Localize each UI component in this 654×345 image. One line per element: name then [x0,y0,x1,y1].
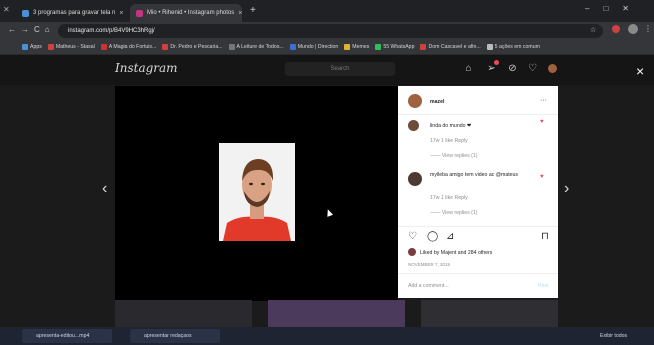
bookmarks-bar: Apps Matheus - Stasal A Magia do Fortuis… [0,40,654,55]
divider [398,114,558,115]
window-controls[interactable]: –□✕ [585,4,643,13]
post-comment-button[interactable]: Post [538,283,548,289]
nav-buttons[interactable]: ←→C⌂ [8,25,55,34]
add-comment-input[interactable]: Add a comment... [408,283,449,289]
comment-like-heart-icon[interactable]: ♥ [540,119,544,125]
bookmark-label: 5 ações em comum [494,44,540,50]
heart-icon[interactable]: ♡ [526,62,539,75]
tab-1[interactable]: 3 programas para gravar tela n × [16,4,128,22]
divider [398,273,558,274]
post-date: NOVEMBER 7, 2019 [408,262,451,267]
profile-avatar[interactable] [628,24,638,34]
bookmark-label: Apps [30,44,42,50]
tray-show-all[interactable]: Exibir todos [600,333,627,339]
liked-by-text[interactable]: Liked by Majent and 284 others [420,250,492,256]
liker-avatar[interactable] [408,248,416,256]
next-arrow-icon[interactable]: › [564,180,569,198]
prev-arrow-icon[interactable]: ‹ [102,180,107,198]
grid-thumbnail[interactable] [268,300,405,327]
taskbar-item[interactable]: apresenta-editou...mp4 [22,329,112,343]
grid-thumbnail[interactable] [115,300,252,327]
share-icon[interactable]: ⊿ [446,231,454,242]
bookmark-label: A Magia do Fortuis... [108,44,157,50]
bookmark-item[interactable]: Dr. Pedro e Pescaria... [162,44,223,50]
bookmark-item[interactable]: 5 ações em comum [486,44,540,50]
view-replies[interactable]: —— View replies (1) [430,210,477,216]
bookmark-icon [47,44,54,50]
explore-icon[interactable]: ⊘ [506,62,519,75]
bookmark-item[interactable]: Mundo | Direction [289,44,339,50]
save-bookmark-icon[interactable]: ⊓ [541,231,549,242]
bookmark-icon [162,44,169,50]
bookmark-item[interactable]: Matheus - Stasal [47,44,95,50]
more-options-icon[interactable]: ··· [540,97,547,104]
tab-2[interactable]: Mio • Rihenid • Instagram photos × [130,4,242,22]
instagram-favicon-icon [136,9,143,17]
bookmark-label: Dom Cascavel e afin... [428,44,481,50]
comment-like-heart-icon[interactable]: ♥ [540,174,544,180]
instagram-logo[interactable]: Instagram [115,61,178,75]
bookmark-label: A Leiture de Todos... [236,44,284,50]
x-glyph-left: ✕ [3,5,10,14]
post-photo[interactable] [219,143,295,241]
tab-close-icon[interactable]: × [119,10,123,17]
author-username[interactable]: mazel [430,99,444,105]
tab-close-icon[interactable]: × [238,10,242,17]
bookmark-icon [228,44,235,50]
commenter-avatar[interactable] [408,172,422,186]
bookmark-item[interactable]: Apps [22,44,42,50]
profile-avatar[interactable] [548,64,557,73]
bookmark-icon [100,44,107,50]
bookmark-label: Memes [352,44,370,50]
whatsapp-icon [375,44,382,50]
tab-favicon-icon [22,9,29,17]
comment-meta[interactable]: 17w 1 like Reply [430,195,468,201]
notification-dot [494,60,499,65]
folder-icon [344,44,351,50]
menu-icon[interactable]: ⋮ [644,24,652,33]
comment-text: linda do mundo ❤ [430,123,472,129]
comment-icon[interactable]: ◯ [427,231,438,242]
view-replies[interactable]: —— View replies (1) [430,153,477,159]
tab-1-title: 3 programas para gravar tela n [33,10,116,16]
apps-icon [22,44,28,50]
grid-thumbnail[interactable] [421,300,558,327]
divider [398,226,558,227]
bookmark-label: Mundo | Direction [297,44,339,50]
comment-meta[interactable]: 17w 1 like Reply [430,138,468,144]
like-heart-icon[interactable]: ♡ [408,231,417,242]
extension-icon[interactable] [612,25,620,33]
bookmark-item[interactable]: A Leiture de Todos... [228,44,284,50]
bookmark-icon [420,44,427,50]
bookmark-label: Dr. Pedro e Pescaria... [170,44,223,50]
bookmark-item[interactable]: Memes [344,44,369,50]
star-icon[interactable]: ☆ [590,26,596,34]
bookmark-label: 55 WhatsApp [383,44,415,50]
portrait-image [219,143,295,241]
comment-text: mylleba amigo tem video ac @mateus [430,172,519,178]
url-input[interactable]: instagram.com/p/B4V9HC3hRgj/ [58,24,603,38]
new-tab-button[interactable]: + [250,5,256,16]
close-icon[interactable]: × [636,63,644,79]
bookmark-icon [486,44,493,50]
home-icon[interactable]: ⌂ [462,62,475,75]
bookmark-icon [289,44,296,50]
bookmark-label: Matheus - Stasal [55,44,95,50]
taskbar-item[interactable]: apresentar redaçaos [130,329,220,343]
search-input[interactable]: Search [285,62,395,76]
post-sidebar: mazel ··· linda do mundo ❤ ♥ 17w 1 like … [398,86,558,298]
commenter-avatar[interactable] [408,120,419,131]
author-avatar[interactable] [408,94,422,108]
tab-2-title: Mio • Rihenid • Instagram photos [147,10,235,16]
bookmark-item[interactable]: 55 WhatsApp [375,44,414,50]
bookmark-item[interactable]: Dom Cascavel e afin... [420,44,481,50]
bookmark-item[interactable]: A Magia do Fortuis... [100,44,157,50]
